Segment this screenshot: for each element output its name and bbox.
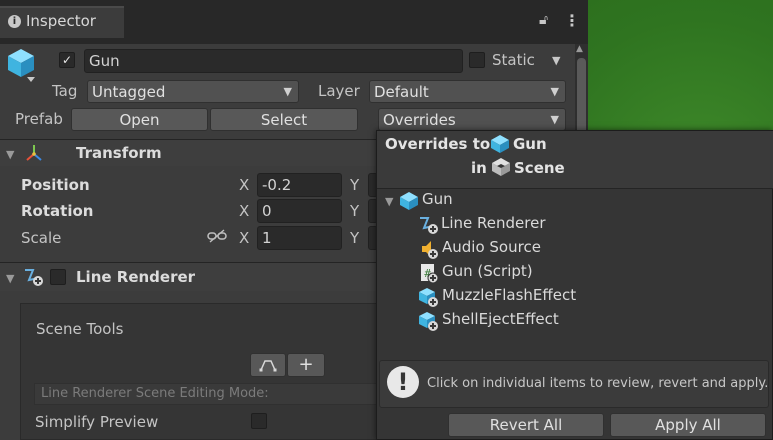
prefab-label: Prefab	[15, 110, 63, 128]
info-icon: i	[8, 15, 21, 28]
static-checkbox[interactable]	[469, 52, 485, 68]
tree-item-audio-source[interactable]: Audio Source	[442, 238, 541, 256]
prefab-overrides-dropdown[interactable]: Overrides ▼	[378, 108, 566, 131]
gameobject-cube-icon[interactable]	[5, 46, 37, 84]
position-y-label[interactable]: Y	[350, 176, 359, 194]
tree-item-gun-script[interactable]: Gun (Script)	[442, 262, 533, 280]
rotation-x-label[interactable]: X	[239, 202, 249, 220]
tree-item-line-renderer[interactable]: Line Renderer	[441, 214, 546, 232]
static-label: Static	[492, 51, 535, 69]
position-x-label[interactable]: X	[239, 176, 249, 194]
tag-label: Tag	[52, 82, 78, 100]
layer-label: Layer	[318, 82, 360, 100]
scale-label: Scale	[21, 229, 62, 247]
tag-dropdown[interactable]: Untagged ▼	[87, 80, 299, 103]
create-points-button[interactable]: +	[287, 353, 325, 377]
overrides-dropdown-label: Overrides	[383, 111, 456, 129]
scene-tools-label: Scene Tools	[36, 320, 124, 338]
overrides-title-prefix: Overrides to	[385, 135, 491, 153]
scene-icon	[492, 158, 510, 176]
apply-all-button[interactable]: Apply All	[610, 413, 766, 437]
overrides-title-in: in	[471, 159, 487, 177]
simplify-preview-checkbox[interactable]	[251, 413, 267, 429]
static-dropdown-arrow-icon[interactable]: ▼	[552, 54, 560, 67]
script-icon: #	[421, 264, 439, 284]
audio-source-icon	[422, 241, 438, 259]
prefab-open-button[interactable]: Open	[71, 108, 208, 131]
transform-title: Transform	[76, 144, 162, 162]
tree-item-muzzle-flash-effect[interactable]: MuzzleFlashEffect	[442, 286, 576, 304]
constrain-proportions-icon[interactable]	[207, 229, 227, 243]
prefab-cube-icon	[400, 192, 418, 210]
chevron-down-icon: ▼	[283, 85, 292, 98]
tree-item-root[interactable]: Gun	[422, 190, 453, 208]
scale-y-label[interactable]: Y	[350, 229, 359, 247]
tag-dropdown-value: Untagged	[92, 83, 166, 101]
exclamation-icon: !	[387, 366, 419, 398]
layer-dropdown[interactable]: Default ▼	[369, 80, 566, 103]
line-renderer-icon	[420, 217, 438, 234]
prefab-added-icon	[419, 312, 438, 331]
tree-item-shell-eject-effect[interactable]: ShellEjectEffect	[442, 310, 559, 328]
kebab-menu-icon[interactable]: ⋮	[564, 11, 580, 30]
prefab-cube-icon	[491, 135, 509, 153]
overrides-title-scene: Scene	[514, 159, 565, 177]
line-renderer-enabled-checkbox[interactable]	[50, 269, 66, 285]
overrides-title-object: Gun	[513, 135, 547, 153]
simplify-preview-label: Simplify Preview	[35, 413, 159, 431]
scale-x-label[interactable]: X	[239, 229, 249, 247]
position-x-field[interactable]: -0.2	[257, 173, 342, 197]
line-renderer-icon	[25, 269, 43, 286]
rotation-x-field[interactable]: 0	[257, 199, 342, 223]
foldout-arrow-icon[interactable]: ▼	[6, 148, 14, 161]
scroll-up-arrow-icon[interactable]: ▲	[576, 44, 583, 54]
edit-points-button[interactable]	[250, 353, 286, 377]
edit-points-icon	[259, 360, 277, 372]
lock-icon[interactable]: 🔓︎	[539, 12, 548, 28]
layer-dropdown-value: Default	[374, 83, 429, 101]
position-label: Position	[21, 176, 90, 194]
line-renderer-title: Line Renderer	[76, 268, 196, 286]
tree-foldout-arrow-icon[interactable]: ▼	[385, 195, 393, 208]
revert-all-button[interactable]: Revert All	[448, 413, 604, 437]
prefab-select-button[interactable]: Select	[210, 108, 358, 131]
prefab-added-icon	[419, 288, 438, 307]
scale-x-field[interactable]: 1	[257, 226, 342, 250]
active-checkbox[interactable]: ✓	[59, 52, 75, 68]
gameobject-name-field[interactable]: Gun	[84, 49, 463, 73]
foldout-arrow-icon[interactable]: ▼	[6, 272, 14, 285]
overrides-info-text: Click on individual items to review, rev…	[427, 376, 769, 391]
chevron-down-icon: ▼	[550, 113, 559, 126]
rotation-label: Rotation	[21, 202, 94, 220]
tab-inspector-label: Inspector	[26, 12, 96, 30]
rotation-y-label[interactable]: Y	[350, 202, 359, 220]
chevron-down-icon: ▼	[550, 85, 559, 98]
transform-icon	[26, 145, 42, 161]
